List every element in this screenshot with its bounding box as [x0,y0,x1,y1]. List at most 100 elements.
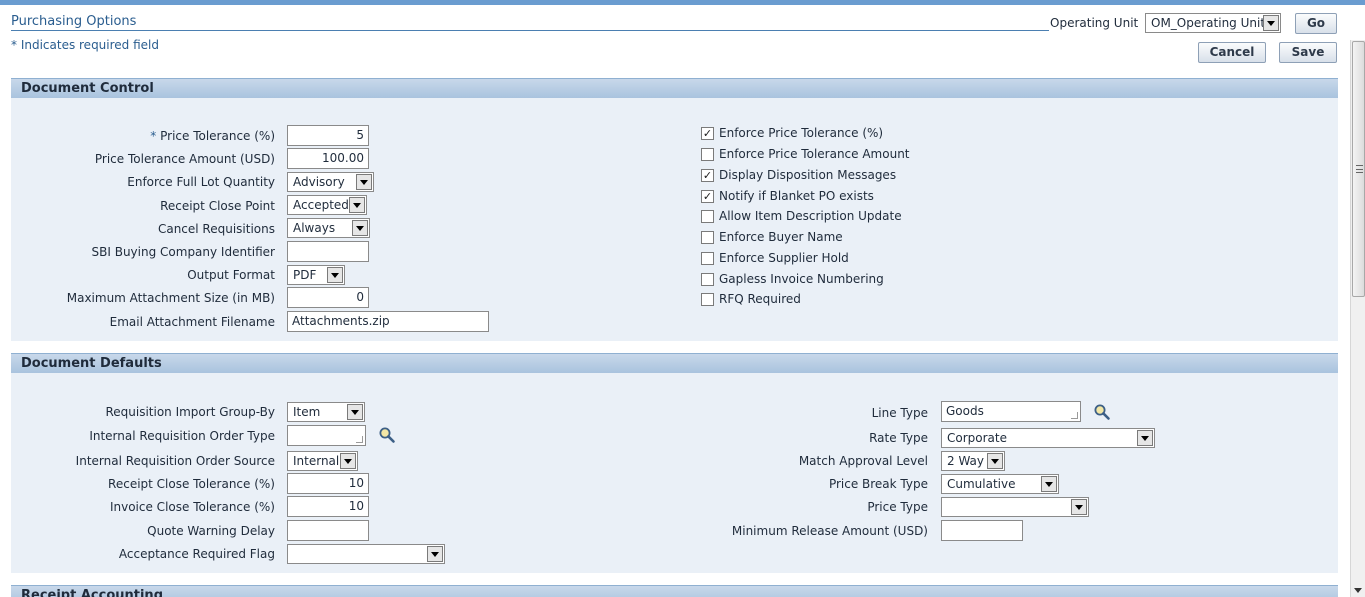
price-tolerance-input[interactable]: 5 [287,125,369,146]
checkbox-row[interactable]: ✓ Enforce Price Tolerance (%) [701,126,883,140]
price-tolerance-label: * Price Tolerance (%) [150,129,275,143]
chevron-down-icon[interactable] [356,174,372,190]
cancel-requisitions-label: Cancel Requisitions [157,222,275,236]
price-type-select[interactable] [941,497,1089,517]
checkbox-icon[interactable] [701,230,714,244]
checkbox-checked-icon[interactable]: ✓ [701,126,714,140]
min-release-amount-input[interactable] [941,520,1023,541]
checkbox-checked-icon[interactable]: ✓ [701,189,714,203]
checkbox-row[interactable]: ✓ Display Disposition Messages [701,168,896,182]
cancel-requisitions-select[interactable]: Always [287,218,370,238]
checkbox-row[interactable]: RFQ Required [701,292,801,306]
search-icon[interactable] [378,426,396,444]
output-format-label: Output Format [187,268,275,282]
checkbox-row[interactable]: ✓ Notify if Blanket PO exists [701,189,874,203]
req-import-group-by-select[interactable]: Item [287,402,365,422]
operating-unit-select[interactable]: OM_Operating Unit [1145,13,1281,33]
internal-req-order-type-input[interactable] [287,425,366,446]
required-field-note: * Indicates required field [11,38,160,52]
invoice-close-tolerance-input[interactable]: 10 [287,496,369,517]
checkbox-row[interactable]: Enforce Buyer Name [701,230,843,244]
req-import-group-by-label: Requisition Import Group-By [105,405,275,419]
rate-type-select[interactable]: Corporate [941,428,1155,448]
checkbox-checked-icon[interactable]: ✓ [701,168,714,182]
document-control-header: Document Control [11,78,1338,98]
checkbox-icon[interactable] [701,272,714,286]
quote-warning-delay-label: Quote Warning Delay [147,524,275,538]
required-star: * [150,129,157,143]
chevron-down-icon[interactable] [1263,15,1279,31]
price-tolerance-amount-input[interactable]: 100.00 [287,148,369,169]
checkbox-icon[interactable] [701,292,714,306]
resize-corner-icon [1071,412,1078,419]
checkbox-row[interactable]: Enforce Price Tolerance Amount [701,147,910,161]
document-defaults-header: Document Defaults [11,353,1338,373]
acceptance-required-flag-label: Acceptance Required Flag [118,547,275,561]
receipt-accounting-header: Receipt Accounting [11,585,1338,597]
chevron-down-icon[interactable] [340,453,356,469]
enforce-full-lot-label: Enforce Full Lot Quantity [127,175,275,189]
top-accent-bar [0,0,1365,5]
chevron-down-icon[interactable] [352,220,368,236]
search-icon[interactable] [1093,403,1111,421]
min-release-amount-label: Minimum Release Amount (USD) [731,524,928,538]
price-tolerance-amount-label: Price Tolerance Amount (USD) [94,152,275,166]
invoice-close-tolerance-label: Invoice Close Tolerance (%) [109,500,275,514]
checkbox-label: Gapless Invoice Numbering [719,272,884,286]
sbi-identifier-label: SBI Buying Company Identifier [91,245,275,259]
max-attachment-size-label: Maximum Attachment Size (in MB) [66,291,275,305]
chevron-down-icon[interactable] [347,404,363,420]
operating-unit-label: Operating Unit [1050,16,1139,30]
checkbox-label: Display Disposition Messages [719,168,897,182]
line-type-label: Line Type [871,406,928,420]
checkbox-label: Enforce Price Tolerance (%) [719,126,884,140]
checkbox-label: Enforce Supplier Hold [719,251,849,265]
checkbox-icon[interactable] [701,251,714,265]
scrollbar-thumb[interactable] [1352,41,1365,297]
scroll-down-icon[interactable] [1354,588,1362,593]
acceptance-required-flag-select[interactable] [287,544,445,564]
sbi-identifier-input[interactable] [287,241,369,262]
chevron-down-icon[interactable] [1041,476,1057,492]
checkbox-icon[interactable] [701,147,714,161]
checkbox-label: Enforce Price Tolerance Amount [719,147,910,161]
match-approval-level-select[interactable]: 2 Way [941,451,1005,471]
price-break-type-select[interactable]: Cumulative [941,474,1059,494]
checkbox-label: RFQ Required [719,292,801,306]
document-defaults-section: Document Defaults Requisition Import Gro… [11,353,1338,573]
chevron-down-icon[interactable] [1071,499,1087,515]
chevron-down-icon[interactable] [1137,430,1153,446]
max-attachment-size-input[interactable]: 0 [287,287,369,308]
internal-req-order-type-label: Internal Requisition Order Type [89,429,275,443]
chevron-down-icon[interactable] [427,546,443,562]
quote-warning-delay-input[interactable] [287,520,369,541]
operating-unit-value: OM_Operating Unit [1151,16,1266,30]
email-attachment-filename-input[interactable]: Attachments.zip [287,311,489,332]
vertical-scrollbar[interactable] [1350,40,1365,597]
checkbox-icon[interactable] [701,209,714,223]
enforce-full-lot-select[interactable]: Advisory [287,172,374,192]
checkbox-row[interactable]: Enforce Supplier Hold [701,251,849,265]
resize-corner-icon [356,436,363,443]
receipt-close-point-select[interactable]: Accepted [287,195,367,215]
checkbox-label: Enforce Buyer Name [719,230,843,244]
chevron-down-icon[interactable] [327,267,343,283]
chevron-down-icon[interactable] [349,197,365,213]
receipt-close-tolerance-input[interactable]: 10 [287,473,369,494]
checkbox-row[interactable]: Gapless Invoice Numbering [701,272,884,286]
save-button[interactable]: Save [1279,42,1337,63]
document-control-section: Document Control * Price Tolerance (%) 5… [11,78,1338,341]
price-break-type-label: Price Break Type [828,477,928,491]
cancel-button[interactable]: Cancel [1198,42,1266,63]
line-type-input[interactable]: Goods [941,401,1081,422]
go-button[interactable]: Go [1295,13,1337,34]
internal-req-order-source-select[interactable]: Internal [287,451,358,471]
title-divider [11,30,1049,31]
checkbox-label: Notify if Blanket PO exists [719,189,874,203]
checkbox-row[interactable]: Allow Item Description Update [701,209,902,223]
chevron-down-icon[interactable] [987,453,1003,469]
receipt-close-point-label: Receipt Close Point [160,199,275,213]
output-format-select[interactable]: PDF [287,265,345,285]
receipt-accounting-section: Receipt Accounting [11,585,1338,597]
price-type-label: Price Type [867,500,928,514]
